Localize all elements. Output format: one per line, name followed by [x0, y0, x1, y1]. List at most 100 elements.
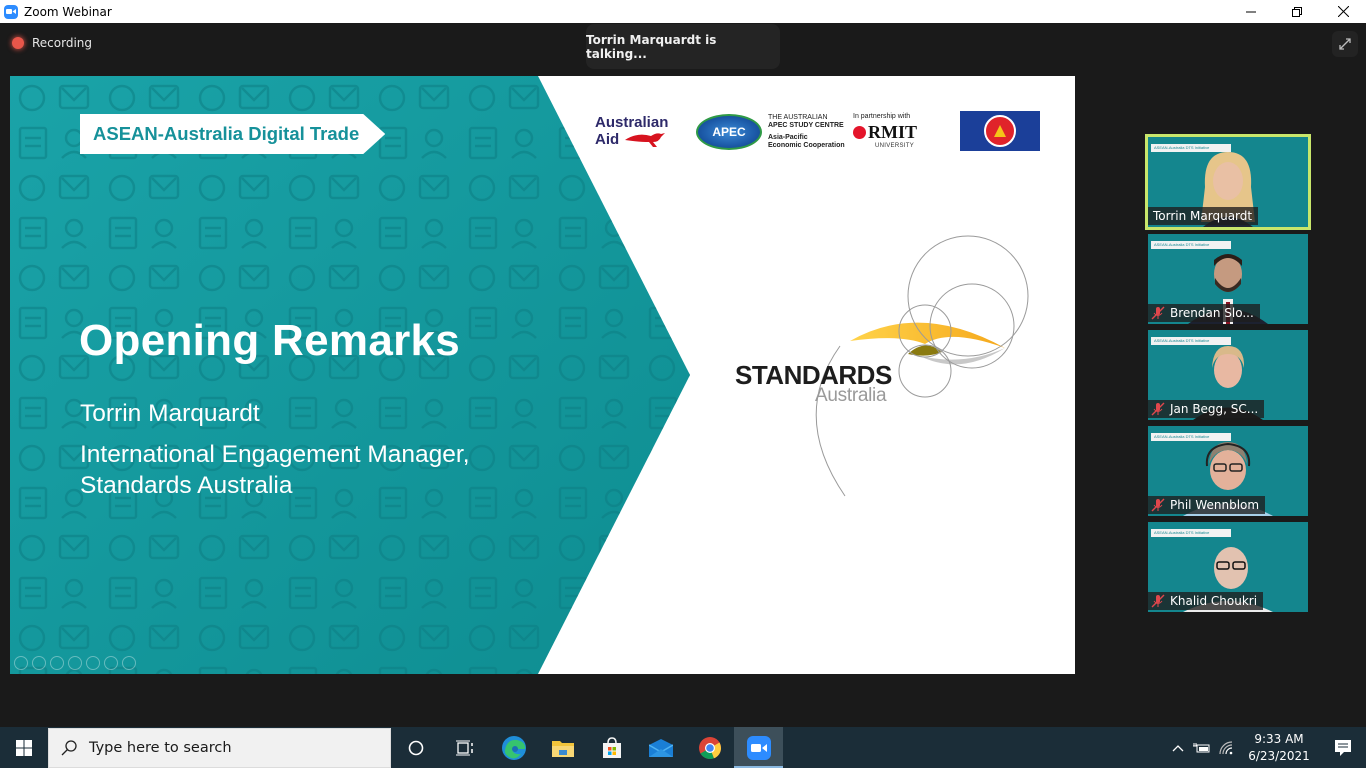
- slide-title: Opening Remarks: [79, 316, 461, 365]
- participant-name-bar: Phil Wennblom: [1148, 496, 1266, 514]
- australian-aid-logo: Australian Aid: [595, 115, 668, 148]
- participant-name: Torrin Marquardt: [1153, 209, 1253, 223]
- apec-text-4: Economic Cooperation: [768, 142, 845, 149]
- chrome-icon: [698, 736, 721, 759]
- australian-aid-text-2: Aid: [595, 130, 620, 148]
- speaker-name: Torrin Marquardt: [80, 400, 260, 427]
- search-placeholder: Type here to search: [89, 739, 232, 756]
- clock-time: 9:33 AM: [1254, 731, 1304, 746]
- participant-name: Phil Wennblom: [1170, 498, 1260, 512]
- participant-tile[interactable]: ASEAN-Australia DTS Initiative Torrin Ma…: [1145, 134, 1311, 230]
- apec-text-1: THE AUSTRALIAN: [768, 114, 828, 121]
- next-slide-icon[interactable]: [32, 656, 46, 670]
- action-center-button[interactable]: [1320, 727, 1366, 768]
- wifi-icon: [1219, 740, 1233, 754]
- chevron-up-icon: [1172, 744, 1184, 751]
- presentation-controls: [14, 656, 136, 670]
- search-icon: [61, 739, 77, 755]
- mic-muted-icon: [1151, 594, 1165, 608]
- cortana-icon: [408, 740, 423, 755]
- mic-muted-icon: [1151, 402, 1165, 416]
- subtitles-icon[interactable]: [104, 656, 118, 670]
- system-tray: 9:33 AM 6/23/2021: [1166, 727, 1366, 768]
- file-explorer-button[interactable]: [538, 727, 587, 768]
- zoom-icon: [746, 735, 771, 760]
- meeting-area: Recording Torrin Marquardt is talking...: [0, 23, 1366, 727]
- close-icon: [1337, 6, 1349, 17]
- close-button[interactable]: [1320, 0, 1366, 23]
- battery-charging-icon: [1193, 742, 1210, 752]
- microsoft-store-button[interactable]: [587, 727, 636, 768]
- speaker-role-line1: International Engagement Manager,: [80, 441, 470, 468]
- zoom-slide-icon[interactable]: [86, 656, 100, 670]
- more-options-icon[interactable]: [122, 656, 136, 670]
- cortana-button[interactable]: [391, 727, 440, 768]
- australian-aid-text-1: Australian: [595, 114, 669, 131]
- zoom-taskbar-button[interactable]: [734, 727, 783, 768]
- kangaroo-icon: [625, 133, 666, 147]
- edge-taskbar-button[interactable]: [489, 727, 538, 768]
- participant-tile[interactable]: ASEAN-Australia DTS Initiative Khalid Ch…: [1148, 522, 1308, 612]
- apec-study-centre-text: THE AUSTRALIAN APEC STUDY CENTRE Asia-Pa…: [768, 114, 845, 150]
- minimize-button[interactable]: [1228, 0, 1274, 23]
- recording-indicator[interactable]: Recording: [12, 36, 92, 50]
- slides-grid-icon[interactable]: [68, 656, 82, 670]
- store-icon: [602, 736, 621, 758]
- windows-taskbar: Type here to search 9:33 AM 6/23/2021: [0, 727, 1366, 768]
- participant-tile[interactable]: ASEAN-Australia DTS Initiative Brendan S…: [1148, 234, 1308, 324]
- speaker-role: International Engagement Manager, Standa…: [80, 439, 470, 501]
- network-button[interactable]: [1214, 727, 1238, 768]
- edge-icon: [501, 735, 526, 760]
- minimize-icon: [1246, 11, 1256, 12]
- rmit-logo: In partnership with RMIT UNIVERSITY: [853, 113, 917, 149]
- partnership-text: In partnership with: [853, 113, 911, 120]
- task-view-button[interactable]: [440, 727, 489, 768]
- speaker-role-line2: Standards Australia: [80, 472, 293, 499]
- participant-name-bar: Jan Begg, SC...: [1148, 400, 1265, 418]
- participant-tile[interactable]: ASEAN-Australia DTS Initiative Phil Wenn…: [1148, 426, 1308, 516]
- fullscreen-button[interactable]: [1332, 31, 1358, 57]
- participant-name: Jan Begg, SC...: [1170, 402, 1259, 416]
- taskbar-clock[interactable]: 9:33 AM 6/23/2021: [1238, 731, 1320, 765]
- participant-name-bar: Khalid Choukri: [1148, 592, 1264, 610]
- window-titlebar: Zoom Webinar: [0, 0, 1366, 23]
- pen-icon[interactable]: [50, 656, 64, 670]
- task-view-icon: [455, 740, 473, 755]
- participant-name-bar: Torrin Marquardt: [1148, 207, 1259, 225]
- recording-label: Recording: [32, 36, 93, 50]
- battery-button[interactable]: [1190, 727, 1214, 768]
- mic-muted-icon: [1151, 498, 1165, 512]
- asean-emblem-icon: [984, 115, 1016, 147]
- mail-button[interactable]: [636, 727, 685, 768]
- rmit-pixel-icon: [853, 126, 866, 139]
- taskbar-search-input[interactable]: Type here to search: [48, 727, 391, 768]
- rmit-university-text: UNIVERSITY: [875, 143, 915, 149]
- start-button[interactable]: [0, 727, 48, 768]
- apec-logo: APEC: [696, 114, 762, 150]
- participant-name: Khalid Choukri: [1170, 594, 1258, 608]
- standards-logo-subtext: Australia: [815, 385, 887, 406]
- program-tag: ASEAN-Australia Digital Trade: [80, 114, 385, 154]
- rmit-text: RMIT: [868, 122, 917, 142]
- chrome-button[interactable]: [685, 727, 734, 768]
- participant-tile[interactable]: ASEAN-Australia DTS Initiative Jan Begg,…: [1148, 330, 1308, 420]
- notification-icon: [1335, 739, 1351, 756]
- mail-icon: [648, 738, 673, 757]
- recording-dot-icon: [12, 37, 24, 49]
- expand-icon: [1339, 38, 1351, 50]
- restore-icon: [1292, 6, 1302, 17]
- clock-date: 6/23/2021: [1248, 748, 1310, 763]
- zoom-app-icon: [4, 4, 18, 19]
- mic-muted-icon: [1151, 306, 1165, 320]
- active-speaker-indicator: Torrin Marquardt is talking...: [586, 24, 780, 69]
- show-hidden-icons-button[interactable]: [1166, 727, 1190, 768]
- partner-logos: Australian Aid APEC THE AUSTRALIAN APEC …: [595, 110, 1045, 158]
- participant-name-bar: Brendan Slo...: [1148, 304, 1260, 322]
- folder-icon: [551, 740, 574, 757]
- window-title: Zoom Webinar: [24, 4, 112, 19]
- windows-logo-icon: [16, 739, 32, 756]
- restore-button[interactable]: [1274, 0, 1320, 23]
- apec-text-2: APEC STUDY CENTRE: [768, 122, 844, 129]
- previous-slide-icon[interactable]: [14, 656, 28, 670]
- participant-name: Brendan Slo...: [1170, 306, 1254, 320]
